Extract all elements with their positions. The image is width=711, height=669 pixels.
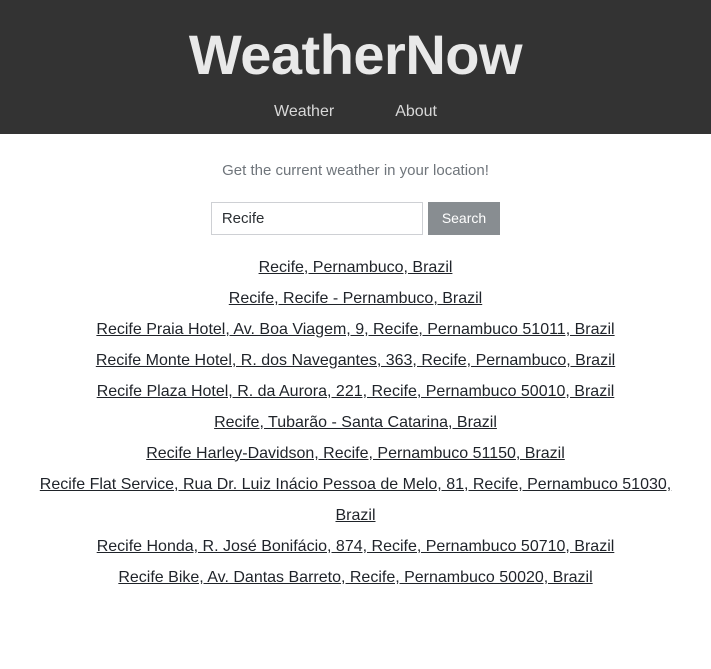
list-item: Recife, Recife - Pernambuco, Brazil <box>36 283 676 314</box>
list-item: Recife, Pernambuco, Brazil <box>36 252 676 283</box>
search-button[interactable]: Search <box>427 201 501 235</box>
nav-item-weather[interactable]: Weather <box>274 103 334 120</box>
nav-item-about[interactable]: About <box>395 103 437 120</box>
search-input[interactable] <box>210 201 423 235</box>
search-results-list: Recife, Pernambuco, Brazil Recife, Recif… <box>36 252 676 593</box>
result-link[interactable]: Recife, Tubarão - Santa Catarina, Brazil <box>214 414 497 431</box>
result-link[interactable]: Recife, Pernambuco, Brazil <box>259 259 453 276</box>
main-nav: Weather About <box>0 103 711 120</box>
main-content: Get the current weather in your location… <box>0 134 711 593</box>
site-header: WeatherNow Weather About <box>0 0 711 134</box>
list-item: Recife Bike, Av. Dantas Barreto, Recife,… <box>36 562 676 593</box>
list-item: Recife Flat Service, Rua Dr. Luiz Inácio… <box>36 469 676 531</box>
page-title: WeatherNow <box>188 23 523 86</box>
search-form: Search <box>0 201 711 235</box>
list-item: Recife Monte Hotel, R. dos Navegantes, 3… <box>36 345 676 376</box>
result-link[interactable]: Recife Flat Service, Rua Dr. Luiz Inácio… <box>40 476 671 524</box>
result-link[interactable]: Recife, Recife - Pernambuco, Brazil <box>229 290 482 307</box>
list-item: Recife, Tubarão - Santa Catarina, Brazil <box>36 407 676 438</box>
list-item: Recife Harley-Davidson, Recife, Pernambu… <box>36 438 676 469</box>
result-link[interactable]: Recife Honda, R. José Bonifácio, 874, Re… <box>97 538 615 555</box>
result-link[interactable]: Recife Bike, Av. Dantas Barreto, Recife,… <box>118 569 592 586</box>
list-item: Recife Plaza Hotel, R. da Aurora, 221, R… <box>36 376 676 407</box>
list-item: Recife Praia Hotel, Av. Boa Viagem, 9, R… <box>36 314 676 345</box>
result-link[interactable]: Recife Praia Hotel, Av. Boa Viagem, 9, R… <box>96 321 614 338</box>
list-item: Recife Honda, R. José Bonifácio, 874, Re… <box>36 531 676 562</box>
lead-text: Get the current weather in your location… <box>222 161 489 179</box>
result-link[interactable]: Recife Plaza Hotel, R. da Aurora, 221, R… <box>97 383 615 400</box>
result-link[interactable]: Recife Harley-Davidson, Recife, Pernambu… <box>146 445 565 462</box>
result-link[interactable]: Recife Monte Hotel, R. dos Navegantes, 3… <box>96 352 615 369</box>
